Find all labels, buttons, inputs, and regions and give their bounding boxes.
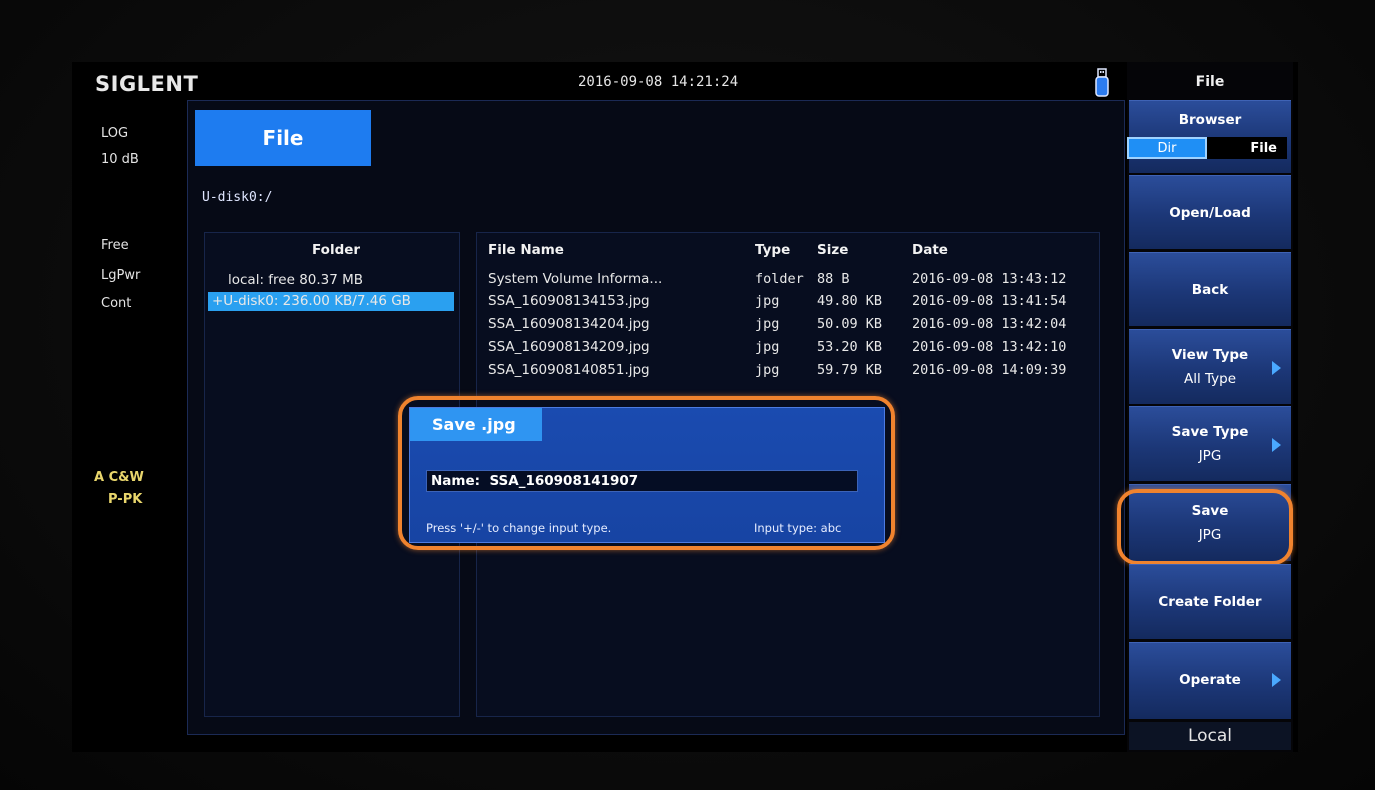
submenu-arrow-icon: [1272, 673, 1281, 687]
file-row-size: 88 B: [817, 271, 850, 287]
trigger-free-label: Free: [101, 238, 129, 253]
file-row-size: 53.20 KB: [817, 339, 883, 355]
current-path: U-disk0:/: [202, 190, 273, 205]
brand-logo: SIGLENT: [95, 72, 199, 96]
detector-label: P-PK: [108, 492, 143, 507]
open-load-button[interactable]: Open/Load: [1129, 175, 1291, 249]
folder-column-header: Folder: [312, 242, 361, 258]
file-row-date: 2016-09-08 13:42:04: [912, 316, 1067, 332]
back-button[interactable]: Back: [1129, 252, 1291, 326]
file-row-type: jpg: [755, 293, 780, 309]
view-type-value: All Type: [1183, 371, 1237, 387]
save-type-label: Save Type: [1171, 424, 1249, 440]
file-row-type: jpg: [755, 339, 780, 355]
view-type-button[interactable]: View Type All Type: [1129, 329, 1291, 404]
save-highlight-ring: [1117, 489, 1293, 565]
operate-label: Operate: [1179, 672, 1241, 688]
file-row-date: 2016-09-08 13:42:10: [912, 339, 1067, 355]
file-row-name[interactable]: SSA_160908134153.jpg: [488, 293, 650, 309]
file-row-date: 2016-09-08 13:43:12: [912, 271, 1067, 287]
file-row-name[interactable]: SSA_160908140851.jpg: [488, 362, 650, 378]
file-row-name[interactable]: SSA_160908134204.jpg: [488, 316, 650, 332]
submenu-arrow-icon: [1272, 438, 1281, 452]
sweep-cont-label: Cont: [101, 296, 132, 311]
datetime-display: 2016-09-08 14:21:24: [578, 74, 739, 90]
browser-toggle[interactable]: Dir File: [1127, 137, 1287, 159]
folder-item-local[interactable]: local: free 80.37 MB: [228, 272, 363, 288]
file-row-type: jpg: [755, 316, 780, 332]
scale-div-label: 10 dB: [101, 152, 139, 167]
file-tab[interactable]: File: [195, 110, 371, 166]
file-name-header: File Name: [488, 242, 564, 258]
save-type-button[interactable]: Save Type JPG: [1129, 406, 1291, 481]
browser-file-option[interactable]: File: [1207, 137, 1287, 159]
type-header: Type: [755, 242, 791, 258]
operate-button[interactable]: Operate: [1129, 642, 1291, 719]
browser-label: Browser: [1178, 112, 1242, 128]
browser-dir-option[interactable]: Dir: [1127, 137, 1207, 159]
lgpwr-label: LgPwr: [101, 268, 141, 283]
menu-title: File: [1195, 74, 1225, 90]
dialog-highlight-ring: [398, 396, 895, 550]
save-type-value: JPG: [1198, 448, 1222, 464]
file-row-size: 49.80 KB: [817, 293, 883, 309]
folder-item-udisk[interactable]: +U-disk0: 236.00 KB/7.46 GB: [212, 293, 411, 309]
file-row-date: 2016-09-08 14:09:39: [912, 362, 1067, 378]
file-row-date: 2016-09-08 13:41:54: [912, 293, 1067, 309]
create-folder-button[interactable]: Create Folder: [1129, 564, 1291, 639]
submenu-arrow-icon: [1272, 361, 1281, 375]
file-row-size: 59.79 KB: [817, 362, 883, 378]
file-row-size: 50.09 KB: [817, 316, 883, 332]
trace-mode-label: A C&W: [94, 470, 144, 485]
view-type-label: View Type: [1171, 347, 1249, 363]
file-row-type: folder: [755, 271, 804, 287]
scale-type-label: LOG: [101, 126, 129, 141]
file-row-name[interactable]: SSA_160908134209.jpg: [488, 339, 650, 355]
file-row-name[interactable]: System Volume Informa...: [488, 271, 662, 287]
remote-status-indicator: Local: [1129, 722, 1291, 750]
size-header: Size: [817, 242, 849, 258]
date-header: Date: [912, 242, 948, 258]
file-row-type: jpg: [755, 362, 780, 378]
usb-drive-icon: [1095, 68, 1109, 97]
